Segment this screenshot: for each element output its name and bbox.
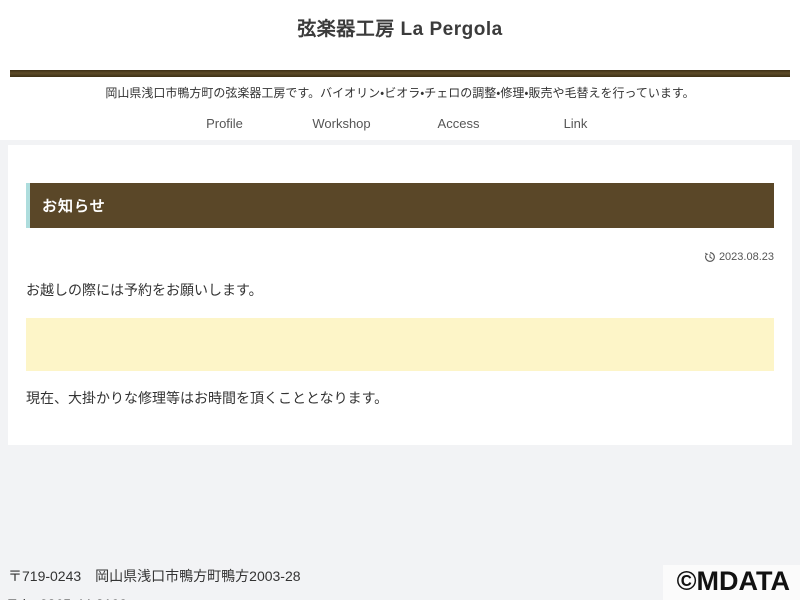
nav-item-link[interactable]: Link — [517, 116, 634, 131]
highlight-box — [26, 318, 774, 372]
post-date: 2023.08.23 — [718, 251, 774, 264]
news-paragraph-1: お越しの際には予約をお願いします。 — [26, 282, 263, 299]
site-header: 弦楽器工房 La Pergola 岡山県浅口市鴨方町の弦楽器工房です。バイオリン… — [0, 0, 800, 140]
news-paragraph-2: 現在、大掛かりな修理等はお時間を頂くこととなります。 — [26, 390, 389, 407]
post-date-row: 2023.08.23 — [26, 251, 774, 263]
nav-item-access[interactable]: Access — [400, 116, 517, 131]
mdata-watermark: ©MDATA — [662, 565, 800, 600]
header-divider-bar — [10, 70, 790, 77]
nav-item-workshop[interactable]: Workshop — [283, 116, 400, 131]
history-clock-icon — [704, 251, 716, 263]
news-card: お知らせ 2023.08.23 お越しの際には予約をお願いします。 現在、大掛か… — [8, 145, 792, 446]
section-heading-news: お知らせ — [26, 183, 774, 229]
main-nav: Profile Workshop Access Link — [0, 116, 800, 131]
nav-item-profile[interactable]: Profile — [166, 116, 283, 131]
site-title: 弦楽器工房 La Pergola — [297, 19, 503, 40]
site-description: 岡山県浅口市鴨方町の弦楽器工房です。バイオリン・ビオラ・チェロの調整・修理・販売… — [105, 86, 695, 100]
